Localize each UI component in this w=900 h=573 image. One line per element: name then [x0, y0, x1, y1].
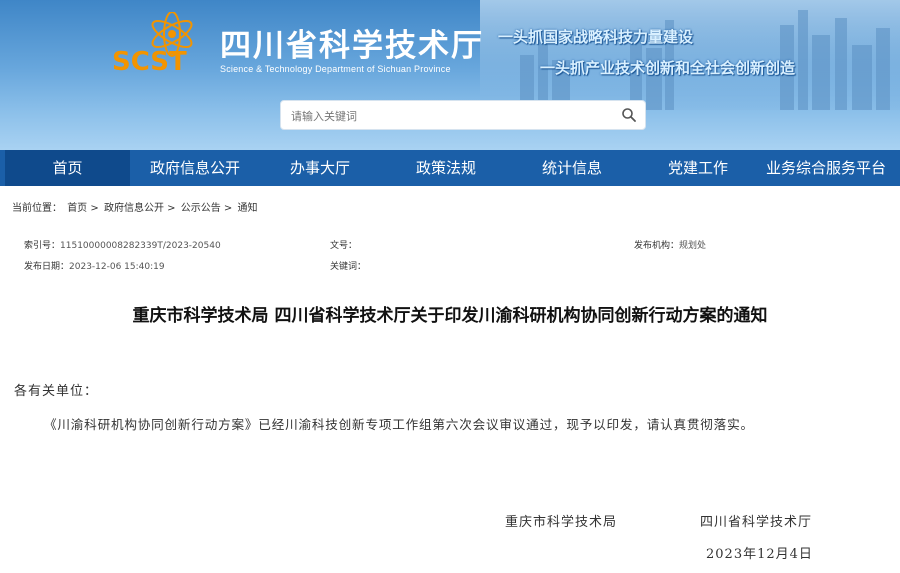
breadcrumb-announcements[interactable]: 公示公告	[181, 203, 221, 214]
meta-doc-no: 文号：	[330, 238, 357, 251]
atom-logo-icon: SCST	[112, 11, 193, 77]
nav-home[interactable]: 首页	[5, 150, 130, 186]
meta-publisher-value: 规划处	[679, 241, 707, 251]
signer-chongqing: 重庆市科学技术局	[505, 515, 618, 530]
scst-logo[interactable]: SCST	[110, 11, 210, 78]
nav-gov-info[interactable]: 政府信息公开	[130, 150, 260, 186]
meta-date-label: 发布日期：	[24, 262, 70, 272]
slogan-line-1: 一头抓国家战略科技力量建设	[498, 28, 694, 46]
slogan-line-2: 一头抓产业技术创新和全社会创新创造	[540, 59, 796, 77]
meta-keywords: 关键词：	[330, 259, 366, 272]
logo-text: SCST	[112, 47, 187, 77]
meta-publisher-label: 发布机构：	[634, 241, 680, 251]
breadcrumb-gov-info[interactable]: 政府信息公开	[104, 203, 164, 214]
search-input[interactable]	[289, 106, 613, 126]
meta-publisher: 发布机构：规划处	[634, 238, 706, 251]
article-salutation: 各有关单位：	[14, 384, 99, 399]
meta-index-value: 11510000008282339T/2023-20540	[60, 241, 221, 251]
signer-sichuan: 四川省科学技术厅	[700, 515, 813, 530]
nav-service-platform[interactable]: 业务综合服务平台	[756, 150, 896, 186]
article-title: 重庆市科学技术局 四川省科学技术厅关于印发川渝科研机构协同创新行动方案的通知	[132, 306, 768, 326]
breadcrumb: 当前位置： 首页 > 政府信息公开 > 公示公告 > 通知	[12, 199, 257, 214]
breadcrumb-notices[interactable]: 通知	[237, 203, 257, 214]
nav-policies[interactable]: 政策法规	[384, 150, 508, 186]
meta-index-label: 索引号：	[24, 241, 61, 251]
meta-doc-no-label: 文号：	[330, 241, 358, 251]
sign-date: 2023年12月4日	[706, 547, 813, 562]
nav-party-building[interactable]: 党建工作	[636, 150, 760, 186]
meta-date: 发布日期：2023-12-06 15:40:19	[24, 259, 165, 272]
meta-date-value: 2023-12-06 15:40:19	[69, 262, 165, 272]
breadcrumb-separator: >	[167, 203, 176, 214]
breadcrumb-separator: >	[223, 203, 233, 214]
article-paragraph: 《川渝科研机构协同创新行动方案》已经川渝科技创新专项工作组第六次会议审议通过，现…	[44, 417, 754, 432]
nav-statistics[interactable]: 统计信息	[510, 150, 634, 186]
nav-service-hall[interactable]: 办事大厅	[260, 150, 380, 186]
breadcrumb-home[interactable]: 首页	[67, 203, 87, 214]
search-icon[interactable]	[621, 107, 637, 123]
meta-keywords-label: 关键词：	[330, 262, 367, 272]
search-box	[280, 100, 646, 130]
main-nav: 首页 政府信息公开 办事大厅 政策法规 统计信息 党建工作 业务综合服务平台	[0, 150, 900, 186]
site-title[interactable]: 四川省科学技术厅	[220, 20, 484, 65]
breadcrumb-separator: >	[90, 203, 99, 214]
city-skyline-banner	[480, 0, 900, 110]
site-subtitle: Science & Technology Department of Sichu…	[220, 64, 451, 74]
breadcrumb-prefix: 当前位置：	[12, 203, 62, 214]
meta-index: 索引号：11510000008282339T/2023-20540	[24, 238, 221, 251]
site-header: SCST 四川省科学技术厅 Science & Technology Depar…	[0, 0, 900, 150]
